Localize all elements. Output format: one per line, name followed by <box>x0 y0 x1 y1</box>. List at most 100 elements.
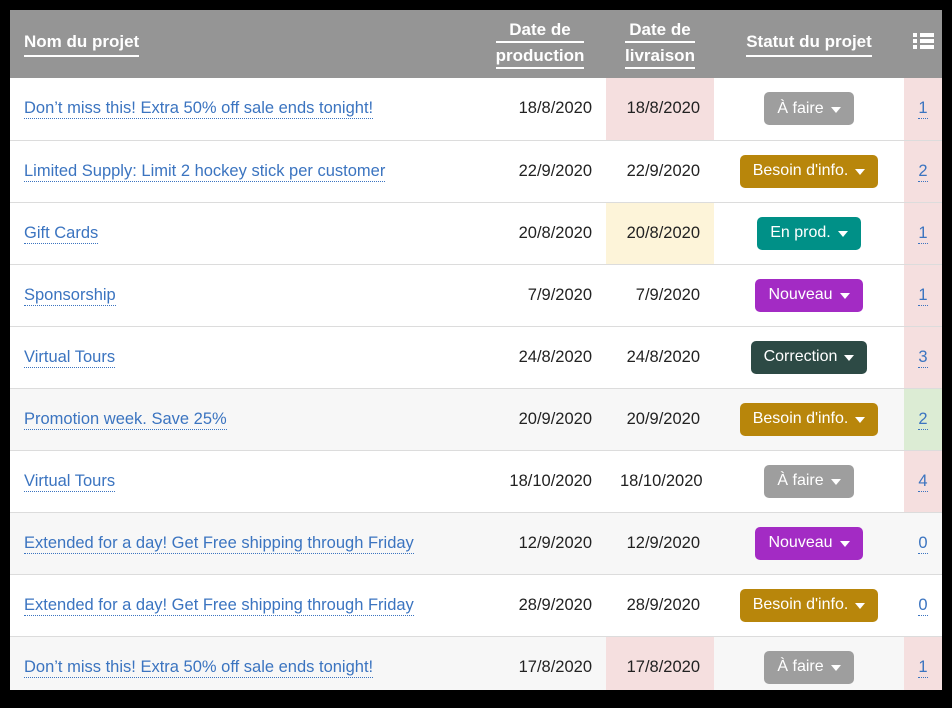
chevron-down-icon <box>855 603 865 609</box>
project-name-link[interactable]: Extended for a day! Get Free shipping th… <box>24 596 414 616</box>
column-header-production-date-label: Date de production <box>496 20 585 69</box>
cell-delivery-date[interactable]: 18/8/2020 <box>606 78 714 140</box>
cell-project-status: En prod. <box>714 202 904 264</box>
status-badge[interactable]: Besoin d'info. <box>740 589 879 622</box>
status-badge[interactable]: Nouveau <box>755 527 862 560</box>
cell-production-date[interactable]: 7/9/2020 <box>474 264 606 326</box>
cell-production-date[interactable]: 17/8/2020 <box>474 636 606 690</box>
project-name-link[interactable]: Sponsorship <box>24 286 116 306</box>
table-row: Virtual Tours 18/10/202018/10/2020 À faire… <box>10 450 942 512</box>
column-header-count[interactable] <box>904 10 942 78</box>
cell-delivery-date[interactable]: 20/9/2020 <box>606 388 714 450</box>
project-name-link[interactable]: Gift Cards <box>24 224 98 244</box>
cell-project-name: Sponsorship <box>10 264 474 326</box>
project-name-link[interactable]: Limited Supply: Limit 2 hockey stick per… <box>24 162 385 182</box>
table-row: Extended for a day! Get Free shipping th… <box>10 574 942 636</box>
count-link[interactable]: 2 <box>918 162 927 182</box>
cell-project-status: À faire <box>714 636 904 690</box>
count-link[interactable]: 0 <box>918 534 927 554</box>
chevron-down-icon <box>831 107 841 113</box>
cell-project-status: Nouveau <box>714 264 904 326</box>
status-badge[interactable]: À faire <box>764 465 853 498</box>
column-header-project-status-label: Statut du projet <box>746 31 872 57</box>
cell-delivery-date[interactable]: 24/8/2020 <box>606 326 714 388</box>
count-link[interactable]: 1 <box>918 99 927 119</box>
column-header-project-status[interactable]: Statut du projet <box>714 10 904 78</box>
project-name-link[interactable]: Don’t miss this! Extra 50% off sale ends… <box>24 658 373 678</box>
table-row: Extended for a day! Get Free shipping th… <box>10 512 942 574</box>
cell-project-name: Extended for a day! Get Free shipping th… <box>10 574 474 636</box>
table-row: Gift Cards 20/8/202020/8/2020 En prod. 1 <box>10 202 942 264</box>
status-badge-label: Correction <box>764 348 838 366</box>
cell-count: 3 <box>904 326 942 388</box>
table-row: Sponsorship 7/9/20207/9/2020 Nouveau 1 <box>10 264 942 326</box>
column-header-project-name-label: Nom du projet <box>24 31 139 57</box>
cell-count: 1 <box>904 264 942 326</box>
chevron-down-icon <box>844 355 854 361</box>
project-table-card: Nom du projet Date de production Date de… <box>10 10 942 690</box>
cell-count: 4 <box>904 450 942 512</box>
status-badge[interactable]: Nouveau <box>755 279 862 312</box>
cell-project-name: Promotion week. Save 25% <box>10 388 474 450</box>
status-badge[interactable]: En prod. <box>757 217 860 250</box>
status-badge[interactable]: Besoin d'info. <box>740 155 879 188</box>
cell-delivery-date[interactable]: 17/8/2020 <box>606 636 714 690</box>
cell-project-status: Besoin d'info. <box>714 140 904 202</box>
cell-project-status: À faire <box>714 78 904 140</box>
count-link[interactable]: 4 <box>918 472 927 492</box>
count-link[interactable]: 2 <box>918 410 927 430</box>
count-link[interactable]: 3 <box>918 348 927 368</box>
cell-count: 1 <box>904 78 942 140</box>
window-frame: Nom du projet Date de production Date de… <box>0 0 952 708</box>
count-link[interactable]: 0 <box>918 596 927 616</box>
cell-delivery-date[interactable]: 20/8/2020 <box>606 202 714 264</box>
cell-production-date[interactable]: 24/8/2020 <box>474 326 606 388</box>
cell-delivery-date[interactable]: 12/9/2020 <box>606 512 714 574</box>
project-name-link[interactable]: Virtual Tours <box>24 348 115 368</box>
column-header-project-name[interactable]: Nom du projet <box>10 10 474 78</box>
cell-production-date[interactable]: 20/8/2020 <box>474 202 606 264</box>
cell-production-date[interactable]: 28/9/2020 <box>474 574 606 636</box>
chevron-down-icon <box>831 665 841 671</box>
status-badge-label: Nouveau <box>768 286 832 304</box>
status-badge[interactable]: À faire <box>764 651 853 684</box>
cell-delivery-date[interactable]: 18/10/2020 <box>606 450 714 512</box>
cell-count: 2 <box>904 388 942 450</box>
status-badge[interactable]: Correction <box>751 341 868 374</box>
production-date-line-1: Date de <box>496 20 585 43</box>
project-name-link[interactable]: Extended for a day! Get Free shipping th… <box>24 534 414 554</box>
cell-count: 0 <box>904 512 942 574</box>
project-name-link[interactable]: Don’t miss this! Extra 50% off sale ends… <box>24 99 373 119</box>
status-badge-label: À faire <box>777 658 823 676</box>
cell-count: 2 <box>904 140 942 202</box>
cell-delivery-date[interactable]: 7/9/2020 <box>606 264 714 326</box>
column-header-production-date[interactable]: Date de production <box>474 10 606 78</box>
cell-production-date[interactable]: 18/10/2020 <box>474 450 606 512</box>
cell-project-status: Besoin d'info. <box>714 388 904 450</box>
status-badge-label: Besoin d'info. <box>753 162 849 180</box>
count-link[interactable]: 1 <box>918 286 927 306</box>
cell-delivery-date[interactable]: 28/9/2020 <box>606 574 714 636</box>
chevron-down-icon <box>831 479 841 485</box>
project-name-link[interactable]: Virtual Tours <box>24 472 115 492</box>
cell-production-date[interactable]: 12/9/2020 <box>474 512 606 574</box>
status-badge[interactable]: Besoin d'info. <box>740 403 879 436</box>
count-link[interactable]: 1 <box>918 658 927 678</box>
cell-project-name: Virtual Tours <box>10 450 474 512</box>
delivery-date-line-1: Date de <box>625 20 695 43</box>
cell-production-date[interactable]: 20/9/2020 <box>474 388 606 450</box>
project-table: Nom du projet Date de production Date de… <box>10 10 942 690</box>
column-header-delivery-date[interactable]: Date de livraison <box>606 10 714 78</box>
cell-production-date[interactable]: 18/8/2020 <box>474 78 606 140</box>
cell-delivery-date[interactable]: 22/9/2020 <box>606 140 714 202</box>
status-badge-label: Nouveau <box>768 534 832 552</box>
cell-production-date[interactable]: 22/9/2020 <box>474 140 606 202</box>
cell-project-name: Extended for a day! Get Free shipping th… <box>10 512 474 574</box>
chevron-down-icon <box>838 231 848 237</box>
count-link[interactable]: 1 <box>918 224 927 244</box>
status-badge[interactable]: À faire <box>764 92 853 125</box>
chevron-down-icon <box>840 541 850 547</box>
status-badge-label: Besoin d'info. <box>753 596 849 614</box>
chevron-down-icon <box>855 169 865 175</box>
project-name-link[interactable]: Promotion week. Save 25% <box>24 410 227 430</box>
